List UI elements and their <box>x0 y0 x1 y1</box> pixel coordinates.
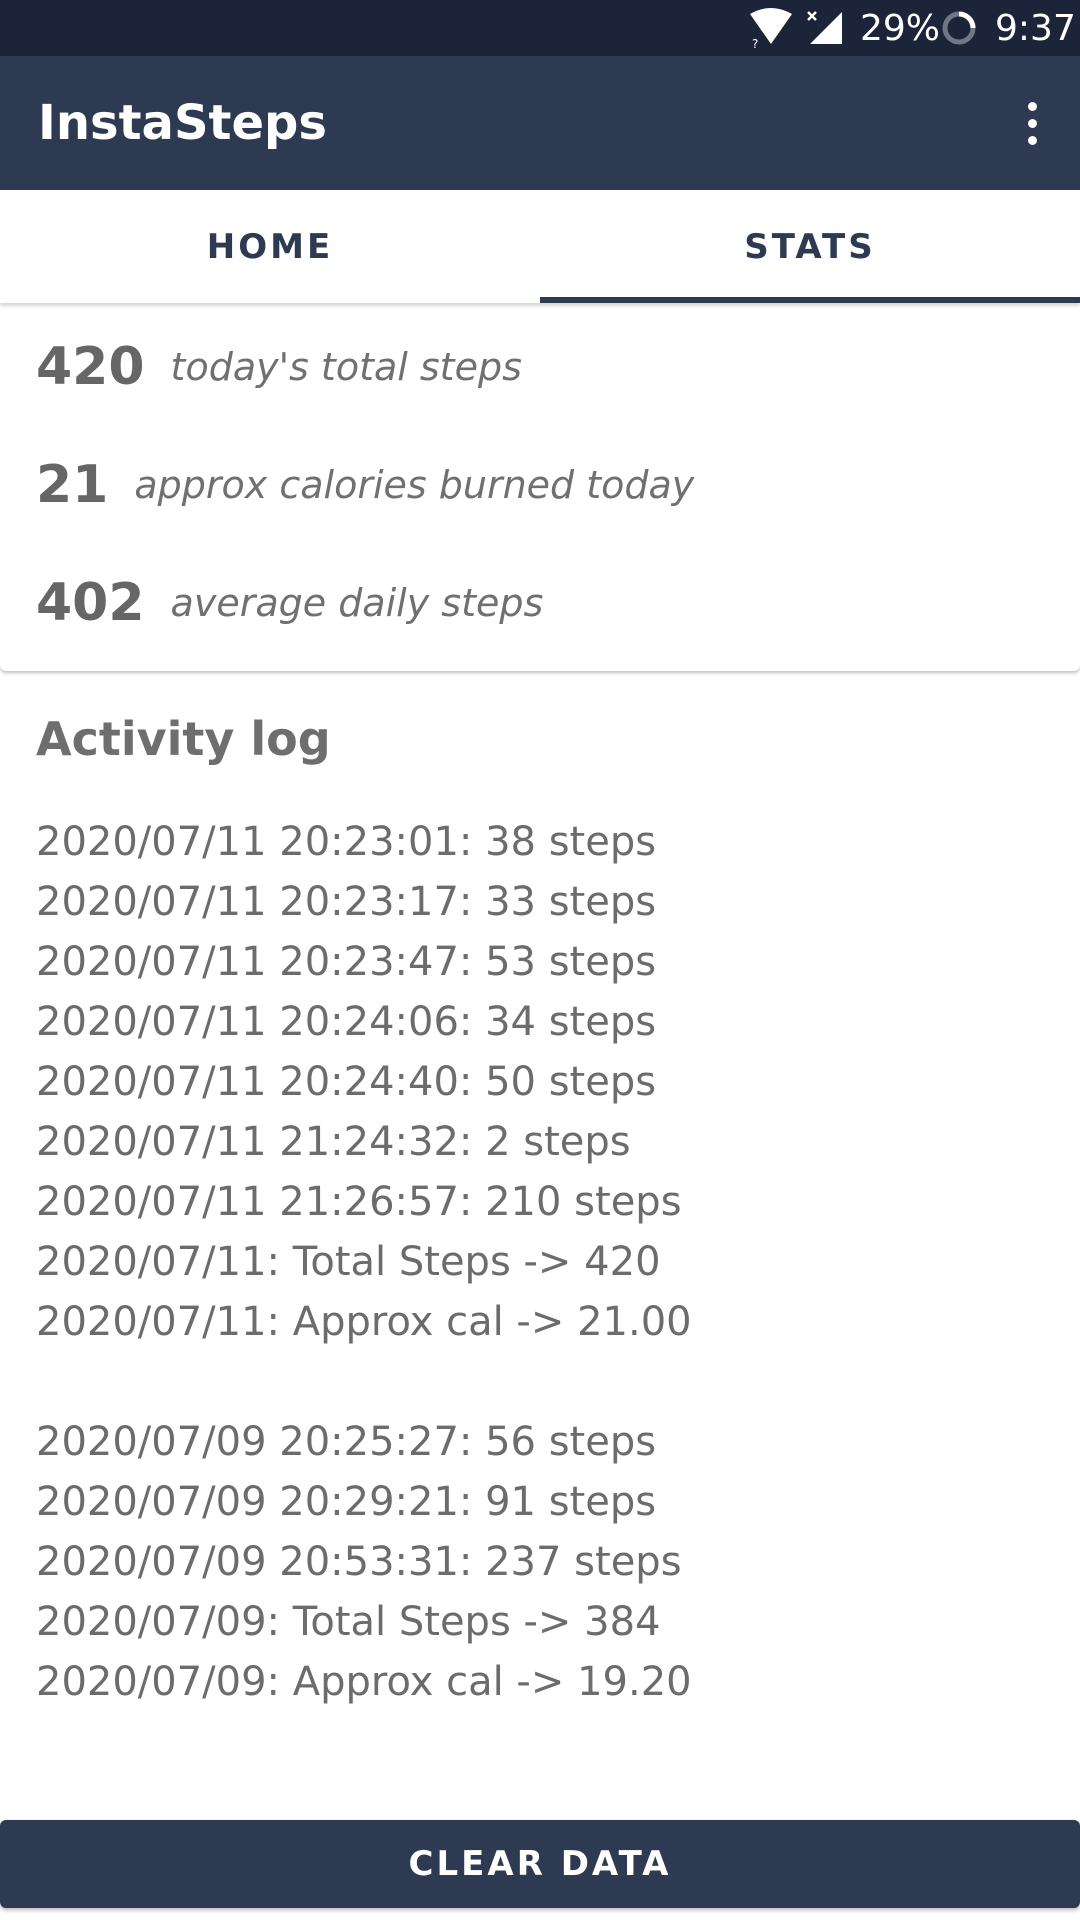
log-entry: 2020/07/11 21:24:32: 2 steps <box>36 1119 631 1165</box>
battery-saver-ring-icon <box>940 0 978 56</box>
stat-value: 402 <box>36 573 145 633</box>
log-entry: 2020/07/11 20:23:47: 53 steps <box>36 939 657 985</box>
stat-value: 420 <box>36 337 145 397</box>
log-spacer <box>36 1352 1046 1412</box>
clear-data-button[interactable]: CLEAR DATA <box>0 1820 1080 1908</box>
activity-log-title: Activity log <box>36 712 331 766</box>
log-entry: 2020/07/11 21:26:57: 210 steps <box>36 1179 682 1225</box>
log-entry: 2020/07/09 20:25:27: 56 steps <box>36 1419 657 1465</box>
tab-home[interactable]: HOME <box>0 190 540 303</box>
status-time: 9:37 <box>995 7 1076 49</box>
battery-percent: 29% <box>860 7 941 49</box>
wifi-icon: ? <box>748 0 794 56</box>
stat-label: today's total steps <box>170 345 522 389</box>
log-entry: 2020/07/09 20:53:31: 237 steps <box>36 1539 682 1585</box>
log-entry: 2020/07/09: Approx cal -> 19.20 <box>36 1659 692 1705</box>
stat-label: approx calories burned today <box>134 463 695 507</box>
log-entry: 2020/07/11 20:24:06: 34 steps <box>36 999 657 1045</box>
stat-average-steps: 402 average daily steps <box>36 563 543 643</box>
log-entry: 2020/07/11 20:23:01: 38 steps <box>36 819 657 865</box>
log-entry: 2020/07/09 20:29:21: 91 steps <box>36 1479 657 1525</box>
log-entry: 2020/07/11: Approx cal -> 21.00 <box>36 1299 692 1345</box>
log-entry: 2020/07/11 20:24:40: 50 steps <box>36 1059 657 1105</box>
log-entry: 2020/07/11 20:23:17: 33 steps <box>36 879 657 925</box>
signal-no-service-icon <box>806 0 842 56</box>
log-entry: 2020/07/11: Total Steps -> 420 <box>36 1239 661 1285</box>
stat-calories: 21 approx calories burned today <box>36 445 694 525</box>
more-vertical-icon[interactable] <box>1002 93 1062 153</box>
stat-label: average daily steps <box>170 581 544 625</box>
tab-bar: HOME STATS <box>0 190 1080 303</box>
app-bar: InstaSteps <box>0 56 1080 190</box>
app-title: InstaSteps <box>38 95 327 151</box>
tab-selected-indicator <box>540 297 1080 303</box>
stat-value: 21 <box>36 455 109 515</box>
stats-card: 420 today's total steps 21 approx calori… <box>0 303 1080 671</box>
log-entry: 2020/07/09: Total Steps -> 384 <box>36 1599 661 1645</box>
activity-log: 2020/07/11 20:23:01: 38 steps 2020/07/11… <box>36 812 1046 1712</box>
tab-stats[interactable]: STATS <box>540 190 1080 303</box>
svg-text:?: ? <box>752 37 758 48</box>
stat-total-steps: 420 today's total steps <box>36 327 522 407</box>
status-bar: ? 29% 9:37 <box>0 0 1080 56</box>
